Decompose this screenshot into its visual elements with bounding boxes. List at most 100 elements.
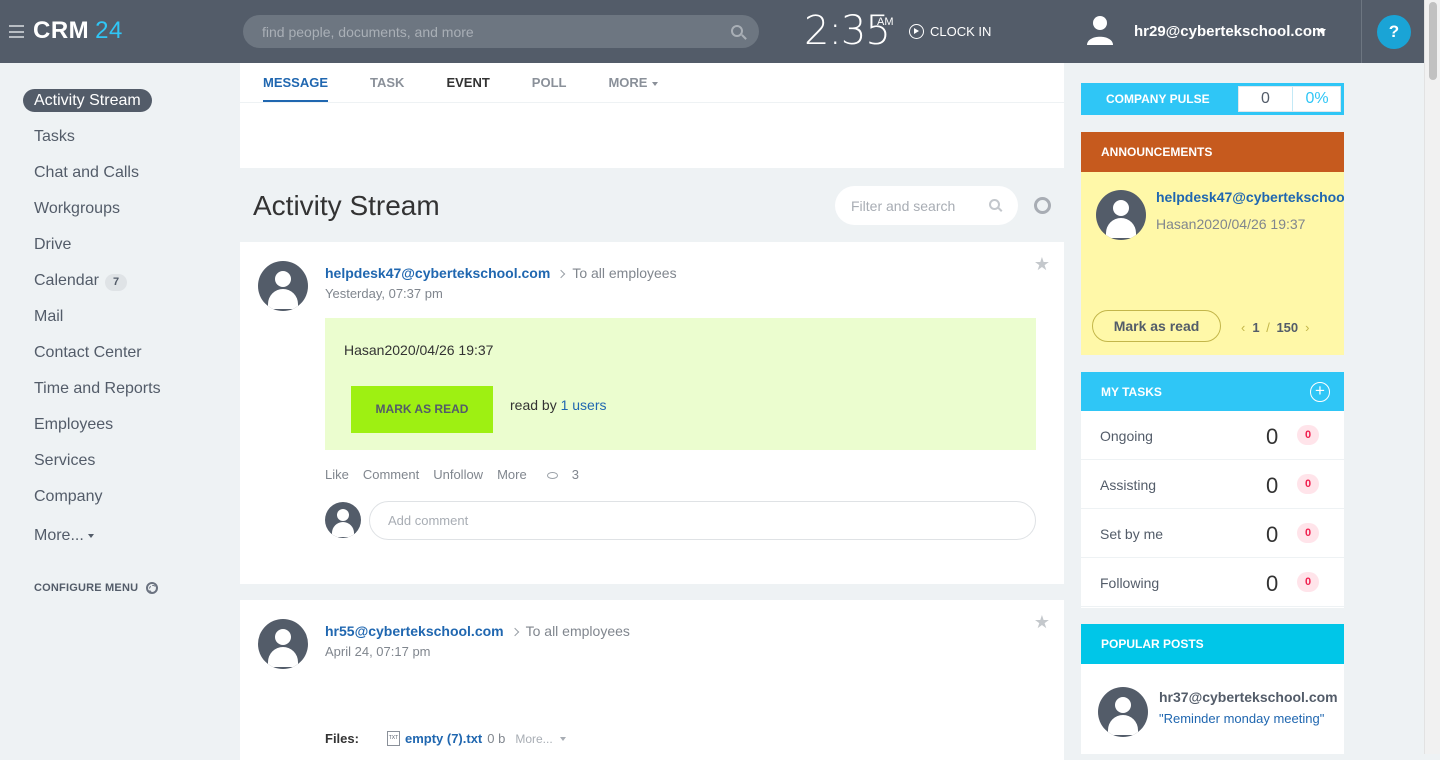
- global-search-input[interactable]: [243, 15, 703, 48]
- avatar[interactable]: [258, 619, 308, 669]
- tab-more[interactable]: MORE: [608, 63, 659, 102]
- post-files: Files: TXT empty (7).txt 0 b More...: [325, 731, 567, 746]
- post-recipients[interactable]: To all employees: [526, 623, 630, 639]
- post-date[interactable]: April 24, 07:17 pm: [325, 644, 431, 659]
- task-row-set-by-me[interactable]: Set by me 0 0: [1081, 509, 1344, 558]
- chevron-left-icon[interactable]: ‹: [1241, 320, 1245, 335]
- chevron-right-icon[interactable]: ›: [1305, 320, 1309, 335]
- composer-tabs: MESSAGE TASK EVENT POLL MORE: [240, 63, 1064, 103]
- star-icon[interactable]: ★: [1034, 254, 1050, 275]
- left-menu: Activity Stream Tasks Chat and Calls Wor…: [23, 86, 223, 557]
- sidebar-item-calendar[interactable]: Calendar 7: [23, 266, 223, 302]
- sidebar-item-workgroups[interactable]: Workgroups: [23, 194, 223, 230]
- play-icon: [909, 24, 924, 39]
- sidebar-item-more[interactable]: More...: [23, 521, 223, 557]
- comment-input[interactable]: [370, 502, 970, 539]
- avatar[interactable]: [1098, 687, 1148, 737]
- task-row-ongoing[interactable]: Ongoing 0 0: [1081, 411, 1344, 460]
- my-tasks-widget: MY TASKS + Ongoing 0 0 Assisting 0 0 Set by m…: [1081, 372, 1344, 608]
- menu-burger-icon[interactable]: [9, 25, 24, 38]
- post-author-line: helpdesk47@cybertekschool.com To all empl…: [325, 265, 677, 281]
- tab-event[interactable]: EVENT: [446, 63, 489, 102]
- calendar-count-badge: 7: [104, 274, 128, 291]
- logo-text: CRM: [33, 17, 90, 44]
- popular-post-author[interactable]: hr37@cybertekschool.com: [1159, 689, 1338, 705]
- post-recipients[interactable]: To all employees: [572, 265, 676, 281]
- post-date[interactable]: Yesterday, 07:37 pm: [325, 286, 443, 301]
- top-header: CRM24 2:35 AM CLOCK IN hr29@cybertekscho…: [0, 0, 1424, 63]
- chevron-down-icon: [87, 533, 94, 538]
- chevron-right-icon: [557, 269, 566, 279]
- star-icon[interactable]: ★: [1034, 612, 1050, 633]
- task-row-label: Following: [1100, 575, 1160, 591]
- task-row-assisting[interactable]: Assisting 0 0: [1081, 460, 1344, 509]
- announcement-author[interactable]: helpdesk47@cybertekschool.com: [1156, 189, 1344, 205]
- scrollbar-thumb[interactable]: [1429, 2, 1437, 80]
- tab-message[interactable]: MESSAGE: [263, 63, 329, 102]
- sidebar-item-label: Employees: [34, 416, 114, 433]
- post-author[interactable]: hr55@cybertekschool.com: [325, 623, 504, 639]
- sidebar-item-time-and-reports[interactable]: Time and Reports: [23, 374, 223, 410]
- eye-icon: [546, 472, 558, 480]
- user-email[interactable]: hr29@cybertekschool.com: [1134, 23, 1325, 40]
- logo[interactable]: CRM 24: [33, 17, 123, 45]
- logo-number: 24: [95, 17, 123, 44]
- popular-post-title[interactable]: "Reminder monday meeting": [1159, 711, 1324, 726]
- file-more-button[interactable]: More...: [515, 731, 567, 746]
- like-link[interactable]: Like: [325, 467, 349, 482]
- search-icon[interactable]: [989, 199, 1000, 210]
- file-more-label: More...: [515, 731, 553, 746]
- pulse-percent: 0%: [1305, 90, 1329, 107]
- more-link[interactable]: More: [497, 467, 527, 482]
- gear-icon[interactable]: [1034, 197, 1051, 214]
- global-search: [243, 15, 759, 48]
- pulse-value: 0: [1261, 90, 1270, 107]
- company-pulse[interactable]: COMPANY PULSE 0 0%: [1081, 83, 1344, 115]
- chevron-down-icon[interactable]: [1318, 29, 1326, 34]
- announcement-text[interactable]: Hasan2020/04/26 19:37: [1156, 216, 1305, 232]
- configure-menu-button[interactable]: CONFIGURE MENU: [34, 582, 159, 594]
- sidebar-item-company[interactable]: Company: [23, 482, 223, 518]
- total-pages: 150: [1276, 320, 1299, 335]
- search-icon[interactable]: [731, 25, 743, 37]
- sidebar-item-employees[interactable]: Employees: [23, 410, 223, 446]
- announcements-title: ANNOUNCEMENTS: [1081, 132, 1344, 172]
- mark-as-read-button[interactable]: Mark as read: [1092, 310, 1221, 342]
- task-row-count: 0: [1266, 473, 1279, 498]
- unfollow-link[interactable]: Unfollow: [433, 467, 483, 482]
- page-scrollbar[interactable]: [1424, 0, 1440, 754]
- files-label: Files:: [325, 731, 359, 746]
- post-author[interactable]: helpdesk47@cybertekschool.com: [325, 265, 550, 281]
- post-actions: Like Comment Unfollow More 3: [325, 467, 607, 482]
- sidebar-item-drive[interactable]: Drive: [23, 230, 223, 266]
- mark-as-read-button[interactable]: MARK AS READ: [351, 386, 493, 433]
- tab-poll[interactable]: POLL: [532, 63, 567, 102]
- sidebar-item-chat-and-calls[interactable]: Chat and Calls: [23, 158, 223, 194]
- task-row-following[interactable]: Following 0 0: [1081, 558, 1344, 607]
- chevron-down-icon: [652, 81, 659, 86]
- avatar[interactable]: [258, 261, 308, 311]
- sidebar-item-label: Chat and Calls: [34, 164, 139, 181]
- read-by-users-link[interactable]: 1 users: [561, 397, 607, 413]
- sidebar-item-contact-center[interactable]: Contact Center: [23, 338, 223, 374]
- clock-in-button[interactable]: CLOCK IN: [909, 24, 991, 39]
- sidebar-item-activity-stream[interactable]: Activity Stream: [23, 86, 223, 122]
- help-button[interactable]: ?: [1377, 15, 1411, 49]
- avatar[interactable]: [1096, 190, 1146, 240]
- header-divider: [1361, 0, 1362, 63]
- user-avatar-icon[interactable]: [1086, 14, 1114, 46]
- file-link[interactable]: empty (7).txt: [405, 731, 482, 746]
- sidebar-item-label: Company: [34, 488, 103, 505]
- task-row-count: 0: [1266, 522, 1279, 547]
- task-row-badge: 0: [1297, 425, 1319, 445]
- filter-search-input[interactable]: [835, 186, 985, 225]
- popular-posts-title: POPULAR POSTS: [1081, 624, 1344, 664]
- tab-task[interactable]: TASK: [370, 63, 404, 102]
- sidebar-item-tasks[interactable]: Tasks: [23, 122, 223, 158]
- sidebar-item-mail[interactable]: Mail: [23, 302, 223, 338]
- my-tasks-title[interactable]: MY TASKS: [1101, 385, 1162, 399]
- sidebar-item-services[interactable]: Services: [23, 446, 223, 482]
- add-task-icon[interactable]: +: [1310, 382, 1330, 402]
- comment-link[interactable]: Comment: [363, 467, 419, 482]
- configure-menu-label: CONFIGURE MENU: [34, 582, 139, 594]
